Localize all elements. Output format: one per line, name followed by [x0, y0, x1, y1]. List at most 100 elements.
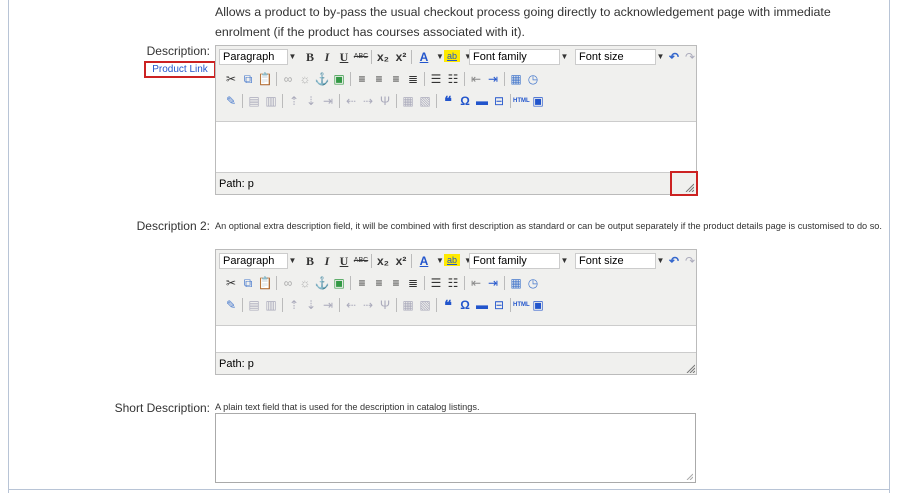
bold-button[interactable]: B — [302, 253, 318, 269]
insert-time-icon[interactable]: ◷ — [525, 71, 541, 87]
delete-col-icon[interactable]: Ψ — [377, 297, 393, 313]
align-left-icon[interactable]: ≡ — [354, 275, 370, 291]
numbered-list-icon[interactable]: ☷ — [445, 275, 461, 291]
split-cells-icon[interactable]: ▦ — [400, 297, 416, 313]
anchor-icon[interactable]: ⚓ — [314, 275, 330, 291]
strikethrough-button[interactable]: ABC — [353, 49, 369, 65]
split-cells-icon[interactable]: ▦ — [400, 93, 416, 109]
product-link[interactable]: Product Link — [144, 61, 216, 78]
highlight-button[interactable]: ab — [444, 254, 460, 266]
page-break-icon[interactable]: ⊟ — [491, 93, 507, 109]
cut-icon[interactable]: ✂ — [223, 71, 239, 87]
undo-icon[interactable]: ↶ — [666, 253, 682, 269]
table-props-icon[interactable]: ▥ — [263, 93, 279, 109]
image-icon[interactable]: ▣ — [331, 71, 347, 87]
bullet-list-icon[interactable]: ☰ — [428, 275, 444, 291]
description-content-area[interactable] — [216, 121, 696, 173]
format-select[interactable]: Paragraph ▼ — [219, 49, 296, 65]
format-select[interactable]: Paragraph ▼ — [219, 253, 296, 269]
blockquote-icon[interactable]: ❝ — [440, 93, 456, 109]
anchor-icon[interactable]: ⚓ — [314, 71, 330, 87]
link-icon[interactable]: ∞ — [280, 71, 296, 87]
delete-row-icon[interactable]: ⇥ — [320, 93, 336, 109]
underline-button[interactable]: U — [336, 49, 352, 65]
horizontal-rule-icon[interactable]: ▬ — [474, 93, 490, 109]
row-after-icon[interactable]: ⇣ — [303, 297, 319, 313]
row-before-icon[interactable]: ⇡ — [286, 297, 302, 313]
edit-source-icon[interactable]: ✎ — [223, 93, 239, 109]
description2-content-area[interactable] — [216, 325, 696, 353]
insert-time-icon[interactable]: ◷ — [525, 275, 541, 291]
html-button[interactable]: HTML — [513, 297, 530, 313]
cut-icon[interactable]: ✂ — [223, 275, 239, 291]
paste-icon[interactable]: 📋 — [257, 71, 273, 87]
unlink-icon[interactable]: ☼ — [297, 71, 313, 87]
bold-button[interactable]: B — [302, 49, 318, 65]
col-before-icon[interactable]: ⇠ — [343, 93, 359, 109]
align-left-icon[interactable]: ≡ — [354, 71, 370, 87]
outdent-icon[interactable]: ⇤ — [468, 71, 484, 87]
row-before-icon[interactable]: ⇡ — [286, 93, 302, 109]
html-button[interactable]: HTML — [513, 93, 530, 109]
short-description-textarea[interactable] — [215, 413, 696, 483]
link-icon[interactable]: ∞ — [280, 275, 296, 291]
table-props-icon[interactable]: ▥ — [263, 297, 279, 313]
page-break-icon[interactable]: ⊟ — [491, 297, 507, 313]
align-center-icon[interactable]: ≡ — [371, 71, 387, 87]
delete-col-icon[interactable]: Ψ — [377, 93, 393, 109]
italic-button[interactable]: I — [319, 253, 335, 269]
copy-icon[interactable]: ⧉ — [240, 275, 256, 291]
align-center-icon[interactable]: ≡ — [371, 275, 387, 291]
resize-handle-icon[interactable] — [685, 363, 695, 373]
font-family-select[interactable]: Font family ▼ — [469, 253, 568, 269]
bullet-list-icon[interactable]: ☰ — [428, 71, 444, 87]
table-icon[interactable]: ▤ — [246, 297, 262, 313]
align-right-icon[interactable]: ≡ — [388, 71, 404, 87]
delete-row-icon[interactable]: ⇥ — [320, 297, 336, 313]
edit-source-icon[interactable]: ✎ — [223, 297, 239, 313]
redo-icon[interactable]: ↷ — [682, 253, 698, 269]
highlight-button[interactable]: ab — [444, 50, 460, 62]
blockquote-icon[interactable]: ❝ — [440, 297, 456, 313]
underline-button[interactable]: U — [336, 253, 352, 269]
table-icon[interactable]: ▤ — [246, 93, 262, 109]
fullscreen-icon[interactable]: ▣ — [530, 297, 546, 313]
align-justify-icon[interactable]: ≣ — [405, 71, 421, 87]
subscript-button[interactable]: x₂ — [375, 253, 391, 269]
indent-icon[interactable]: ⇥ — [485, 275, 501, 291]
copy-icon[interactable]: ⧉ — [240, 71, 256, 87]
insert-date-icon[interactable]: ▦ — [508, 275, 524, 291]
col-after-icon[interactable]: ⇢ — [360, 297, 376, 313]
italic-button[interactable]: I — [319, 49, 335, 65]
outdent-icon[interactable]: ⇤ — [468, 275, 484, 291]
col-after-icon[interactable]: ⇢ — [360, 93, 376, 109]
resize-handle-icon[interactable] — [685, 472, 693, 480]
font-size-select[interactable]: Font size ▼ — [575, 49, 664, 65]
indent-icon[interactable]: ⇥ — [485, 71, 501, 87]
unlink-icon[interactable]: ☼ — [297, 275, 313, 291]
horizontal-rule-icon[interactable]: ▬ — [474, 297, 490, 313]
subscript-button[interactable]: x₂ — [375, 49, 391, 65]
font-size-select[interactable]: Font size ▼ — [575, 253, 664, 269]
undo-icon[interactable]: ↶ — [666, 49, 682, 65]
redo-icon[interactable]: ↷ — [682, 49, 698, 65]
superscript-button[interactable]: x² — [393, 49, 409, 65]
row-after-icon[interactable]: ⇣ — [303, 93, 319, 109]
paste-icon[interactable]: 📋 — [257, 275, 273, 291]
superscript-button[interactable]: x² — [393, 253, 409, 269]
merge-cells-icon[interactable]: ▧ — [417, 297, 433, 313]
insert-date-icon[interactable]: ▦ — [508, 71, 524, 87]
merge-cells-icon[interactable]: ▧ — [417, 93, 433, 109]
font-family-select[interactable]: Font family ▼ — [469, 49, 568, 65]
image-icon[interactable]: ▣ — [331, 275, 347, 291]
col-before-icon[interactable]: ⇠ — [343, 297, 359, 313]
align-justify-icon[interactable]: ≣ — [405, 275, 421, 291]
special-char-icon[interactable]: Ω — [457, 93, 473, 109]
strikethrough-button[interactable]: ABC — [353, 253, 369, 269]
special-char-icon[interactable]: Ω — [457, 297, 473, 313]
fullscreen-icon[interactable]: ▣ — [530, 93, 546, 109]
numbered-list-icon[interactable]: ☷ — [445, 71, 461, 87]
font-color-button[interactable]: A — [416, 253, 432, 269]
align-right-icon[interactable]: ≡ — [388, 275, 404, 291]
font-color-button[interactable]: A — [416, 49, 432, 65]
